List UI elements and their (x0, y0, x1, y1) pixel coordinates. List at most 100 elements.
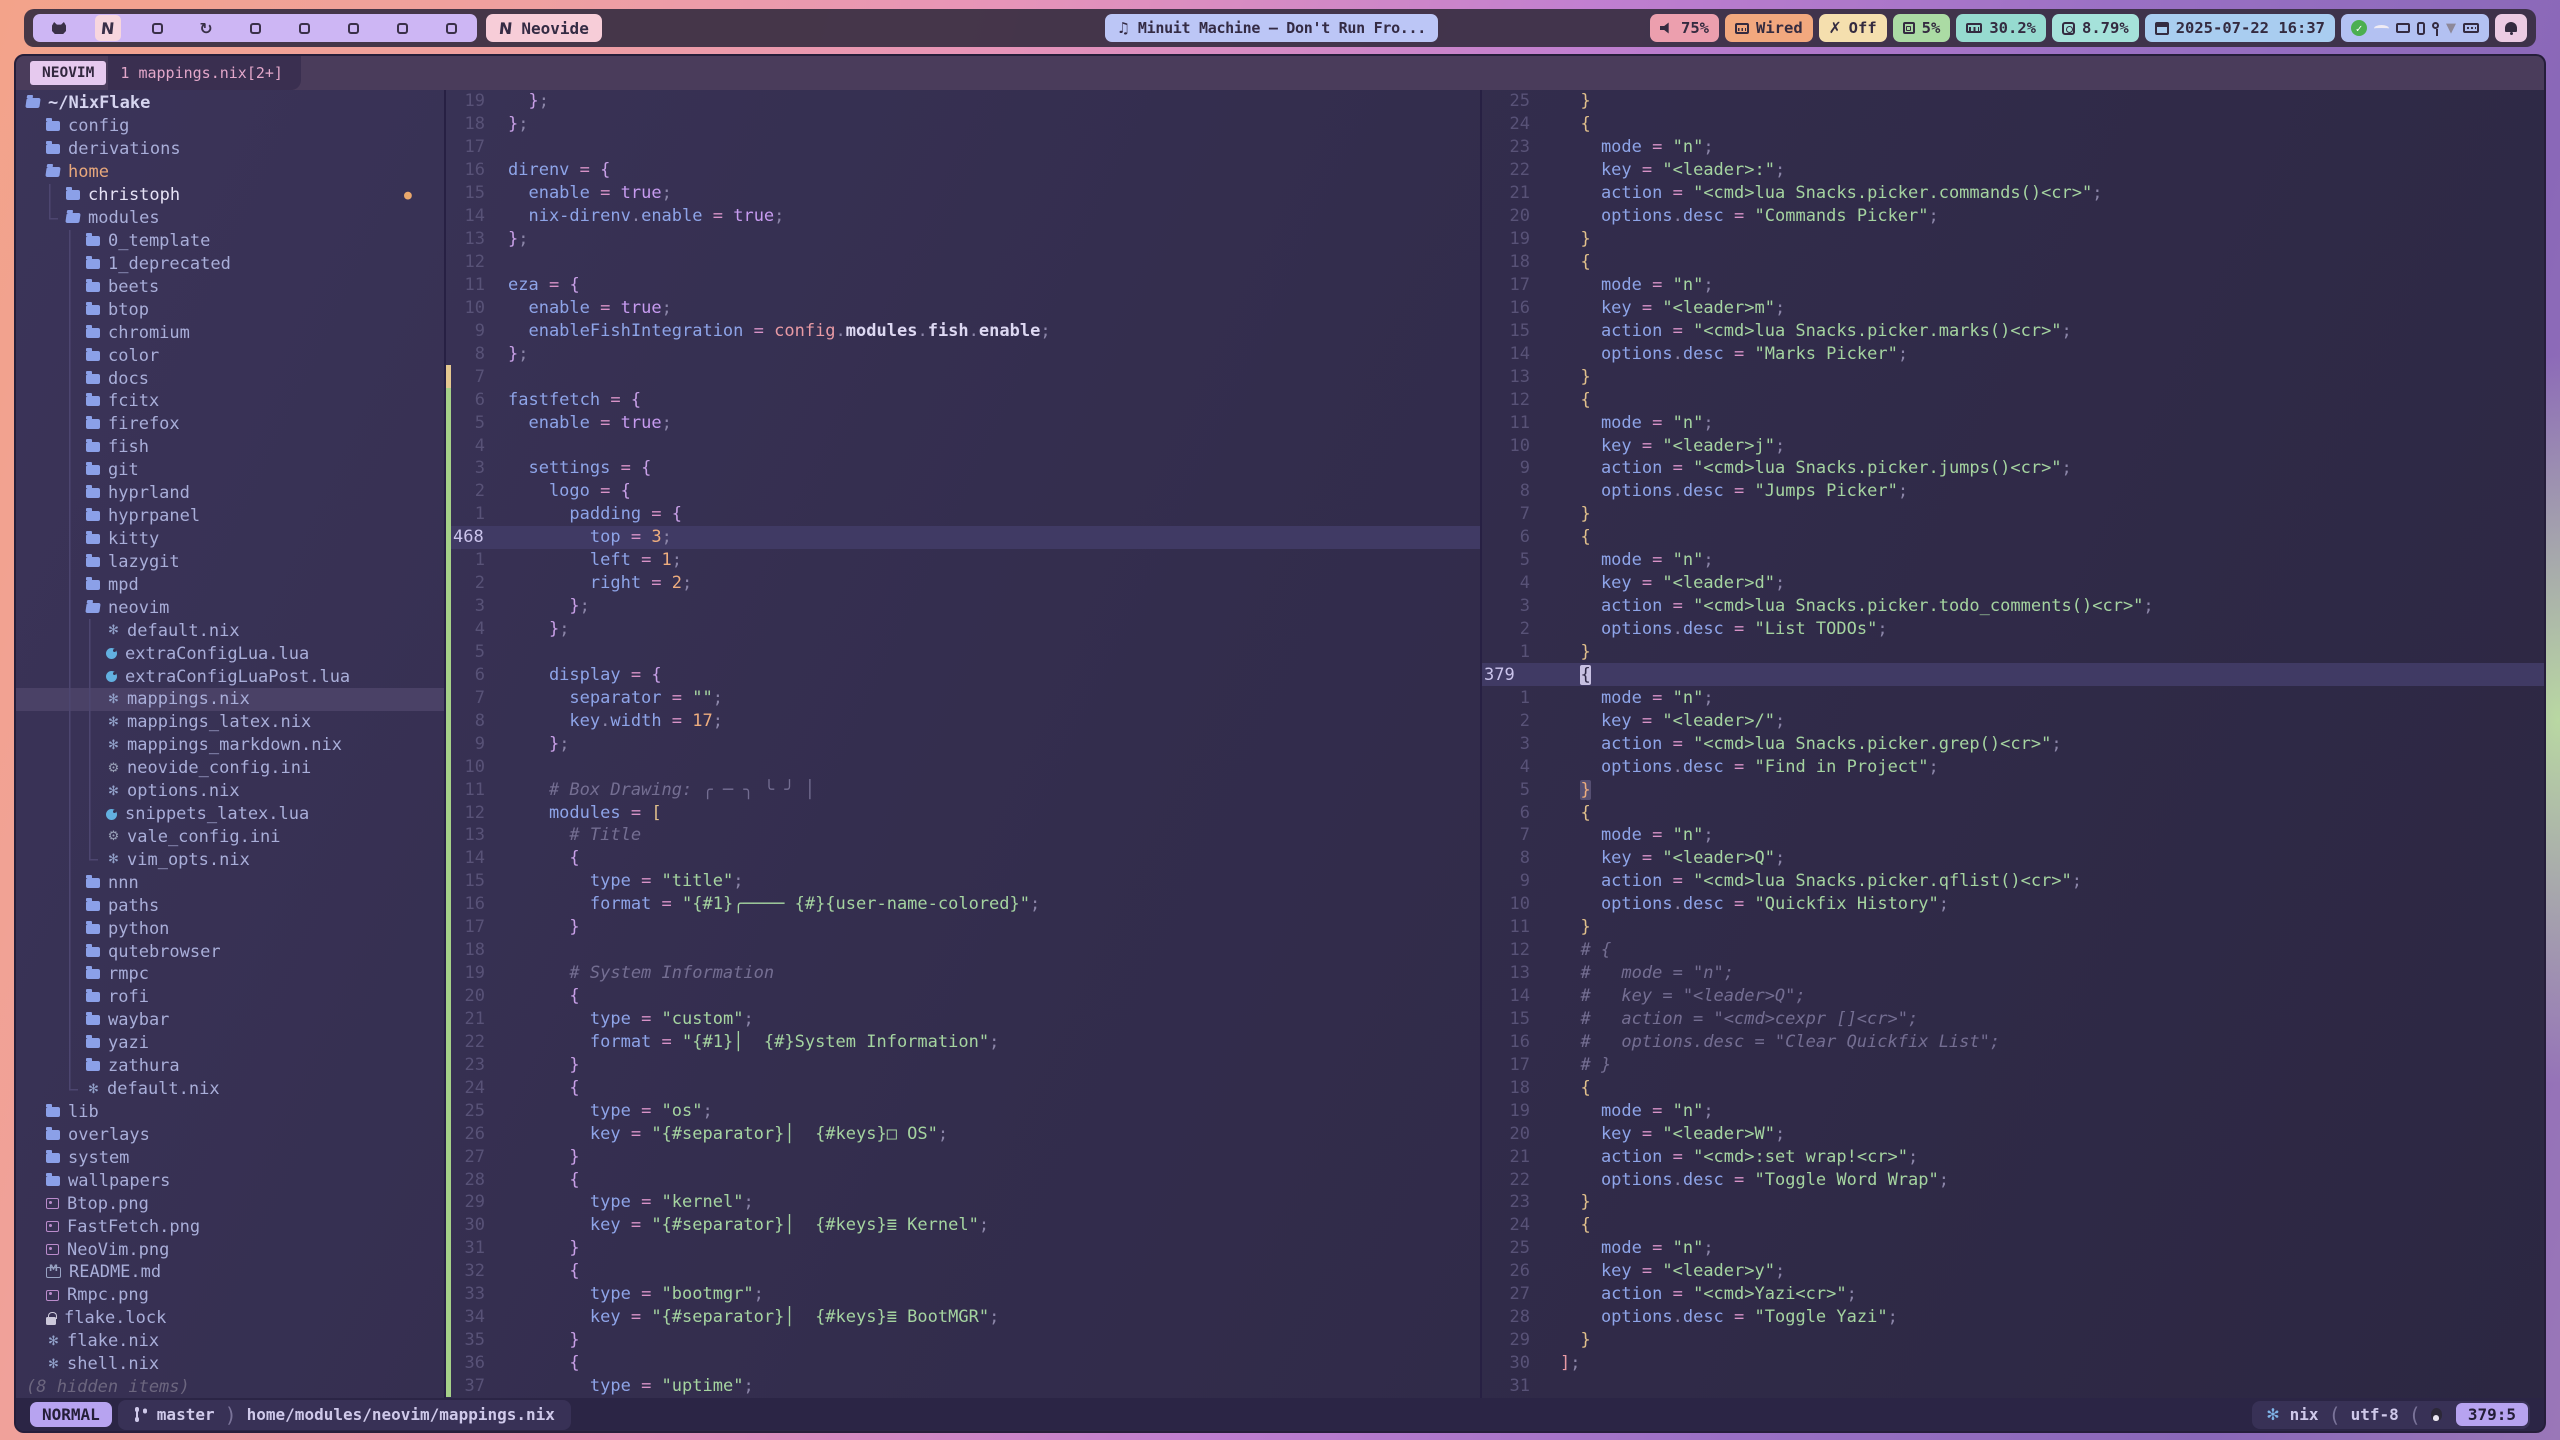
workspace-2[interactable]: N (95, 15, 121, 41)
code-line[interactable]: 27 } (446, 1145, 1480, 1168)
code-line[interactable]: 7 } (1482, 503, 2544, 526)
code-line[interactable]: 8 options.desc = "Jumps Picker"; (1482, 480, 2544, 503)
code-line[interactable]: 22 key = "<leader>:"; (1482, 159, 2544, 182)
tree-item[interactable]: ⚙neovide_config.ini (16, 757, 444, 780)
mustache-icon[interactable] (2374, 25, 2389, 32)
notifications-widget[interactable] (2495, 14, 2527, 42)
workspace-4[interactable]: ↻ (193, 15, 219, 41)
tree-item[interactable]: 0_template (16, 230, 444, 253)
tree-item[interactable]: ✻mappings_markdown.nix (16, 734, 444, 757)
memory-widget[interactable]: 30.2% (1956, 14, 2046, 42)
editor-left-pane[interactable]: 19 };18};1716direnv = {15 enable = true;… (446, 90, 1482, 1398)
code-line[interactable]: 2 options.desc = "List TODOs"; (1482, 618, 2544, 641)
tab-mappings-nix[interactable]: 1 mappings.nix[2+] (108, 56, 301, 90)
keyboard-icon[interactable] (2463, 23, 2479, 33)
code-line[interactable]: 25 type = "os"; (446, 1099, 1480, 1122)
tree-item[interactable]: overlays (16, 1123, 444, 1146)
code-line[interactable]: 17 } (446, 916, 1480, 939)
tree-item[interactable]: lib (16, 1101, 444, 1124)
tree-item[interactable]: Btop.png (16, 1192, 444, 1215)
code-line[interactable]: 8 key = "<leader>Q"; (1482, 847, 2544, 870)
tree-item[interactable]: home (16, 161, 444, 184)
tree-item[interactable]: qutebrowser (16, 940, 444, 963)
code-line[interactable]: 17 mode = "n"; (1482, 274, 2544, 297)
workspace-6[interactable] (291, 15, 317, 41)
code-line[interactable]: 12 # { (1482, 939, 2544, 962)
code-line[interactable]: 19 }; (446, 90, 1480, 113)
code-line[interactable]: 35 } (446, 1329, 1480, 1352)
code-line[interactable]: 24 { (446, 1076, 1480, 1099)
tree-item[interactable]: zathura (16, 1055, 444, 1078)
code-line[interactable]: 25 } (1482, 90, 2544, 113)
clock-widget[interactable]: 2025-07-22 16:37 (2145, 14, 2335, 42)
code-line[interactable]: 12 { (1482, 388, 2544, 411)
code-line[interactable]: 10 enable = true; (446, 296, 1480, 319)
network-widget[interactable]: Wired (1725, 14, 1813, 42)
code-line[interactable]: 18 (446, 939, 1480, 962)
tree-item[interactable]: kitty (16, 528, 444, 551)
tree-item[interactable]: ✻shell.nix (16, 1353, 444, 1376)
code-line[interactable]: 21 action = "<cmd>lua Snacks.picker.comm… (1482, 182, 2544, 205)
code-line[interactable]: 3 settings = { (446, 457, 1480, 480)
code-line[interactable]: 28 options.desc = "Toggle Yazi"; (1482, 1306, 2544, 1329)
workspace-3[interactable] (144, 15, 170, 41)
code-line[interactable]: 21 type = "custom"; (446, 1008, 1480, 1031)
tree-item[interactable]: chromium (16, 321, 444, 344)
code-line[interactable]: 11 } (1482, 916, 2544, 939)
tree-item[interactable]: ✻mappings_latex.nix (16, 711, 444, 734)
tree-item[interactable]: git (16, 459, 444, 482)
tree-item[interactable]: firefox (16, 413, 444, 436)
code-line[interactable]: 14 nix-direnv.enable = true; (446, 205, 1480, 228)
code-line[interactable]: 29 type = "kernel"; (446, 1191, 1480, 1214)
code-line[interactable]: 3 action = "<cmd>lua Snacks.picker.grep(… (1482, 732, 2544, 755)
tree-item[interactable]: Rmpc.png (16, 1284, 444, 1307)
code-line[interactable]: 31 (1482, 1375, 2544, 1398)
code-line[interactable]: 28 { (446, 1168, 1480, 1191)
code-line[interactable]: 15 type = "title"; (446, 870, 1480, 893)
code-line[interactable]: 24 { (1482, 113, 2544, 136)
code-line[interactable]: 7 (446, 365, 1480, 388)
code-line[interactable]: 13 # mode = "n"; (1482, 962, 2544, 985)
code-line[interactable]: 1 } (1482, 641, 2544, 664)
code-line[interactable]: 23 } (446, 1053, 1480, 1076)
code-line[interactable]: 24 { (1482, 1214, 2544, 1237)
tree-item[interactable]: derivations (16, 138, 444, 161)
tree-item[interactable]: ✻options.nix (16, 780, 444, 803)
tree-item[interactable]: python (16, 917, 444, 940)
code-line[interactable]: 1 padding = { (446, 503, 1480, 526)
bluetooth-widget[interactable]: ✗Off (1819, 14, 1887, 42)
code-line[interactable]: 31 } (446, 1237, 1480, 1260)
code-line[interactable]: 30 key = "{#separator}│ {#keys}≣ Kernel"… (446, 1214, 1480, 1237)
key-icon[interactable] (2432, 22, 2439, 29)
code-line[interactable]: 7 mode = "n"; (1482, 824, 2544, 847)
code-line[interactable]: 9 action = "<cmd>lua Snacks.picker.jumps… (1482, 457, 2544, 480)
tree-item[interactable]: docs (16, 367, 444, 390)
tree-item[interactable]: paths (16, 894, 444, 917)
code-line[interactable]: 4 options.desc = "Find in Project"; (1482, 755, 2544, 778)
code-line[interactable]: 34 key = "{#separator}│ {#keys}≣ BootMGR… (446, 1306, 1480, 1329)
code-line[interactable]: 14 # key = "<leader>Q"; (1482, 985, 2544, 1008)
code-line[interactable]: 18}; (446, 113, 1480, 136)
code-line[interactable]: 27 action = "<cmd>Yazi<cr>"; (1482, 1283, 2544, 1306)
code-line[interactable]: 15 action = "<cmd>lua Snacks.picker.mark… (1482, 319, 2544, 342)
tree-item[interactable]: hyprland (16, 482, 444, 505)
tree-item[interactable]: nnn (16, 871, 444, 894)
code-line[interactable]: 6 { (1482, 801, 2544, 824)
volume-widget[interactable]: 75% (1650, 14, 1719, 42)
code-line[interactable]: 11 mode = "n"; (1482, 411, 2544, 434)
code-line[interactable]: 468 top = 3; (446, 526, 1480, 549)
code-line[interactable]: 16 format = "{#1}╭──── {#}{user-name-col… (446, 893, 1480, 916)
code-line[interactable]: 4 (446, 434, 1480, 457)
code-line[interactable]: 6fastfetch = { (446, 388, 1480, 411)
code-line[interactable]: 14 { (446, 847, 1480, 870)
tree-item[interactable]: btop (16, 298, 444, 321)
tree-item[interactable]: rmpc (16, 963, 444, 986)
workspace-7[interactable] (340, 15, 366, 41)
tree-item[interactable]: extraConfigLua.lua (16, 642, 444, 665)
tree-item[interactable]: extraConfigLuaPost.lua (16, 665, 444, 688)
code-line[interactable]: 5 } (1482, 778, 2544, 801)
check-circle-icon[interactable]: ✓ (2351, 20, 2367, 36)
code-line[interactable]: 10 key = "<leader>j"; (1482, 434, 2544, 457)
code-line[interactable]: 13}; (446, 228, 1480, 251)
tree-item[interactable]: 1_deprecated (16, 252, 444, 275)
